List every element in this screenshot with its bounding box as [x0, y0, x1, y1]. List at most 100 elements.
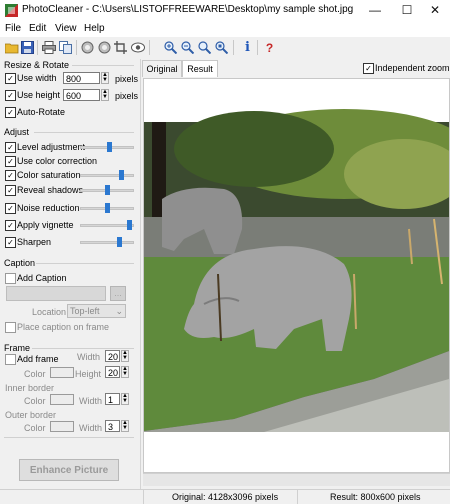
auto-rotate-checkbox[interactable]: ✓	[5, 107, 16, 118]
maximize-button[interactable]: ☐	[392, 0, 422, 21]
caption-text-input[interactable]	[6, 286, 106, 301]
tab-result[interactable]: Result	[182, 60, 218, 77]
use-height-checkbox[interactable]: ✓	[5, 90, 16, 101]
add-frame-label: Add frame	[17, 354, 59, 364]
rotate-right-icon[interactable]	[97, 40, 112, 55]
inner-border-width-input[interactable]: 1	[105, 393, 120, 405]
section-divider	[36, 263, 134, 264]
zoom-in-icon[interactable]	[163, 40, 178, 55]
outer-border-width-label: Width	[79, 423, 103, 433]
resize-section-title: Resize & Rotate	[4, 60, 70, 70]
use-width-label: Use width	[17, 73, 57, 83]
add-caption-checkbox[interactable]	[5, 273, 16, 284]
frame-width-spinner[interactable]: ▲ ▼	[121, 350, 129, 362]
location-select[interactable]: Top-left ⌄	[67, 304, 126, 318]
menu-bar: File Edit View Help	[0, 21, 450, 37]
minimize-button[interactable]: —	[360, 0, 390, 21]
noise-reduction-slider-thumb[interactable]	[104, 203, 110, 213]
outer-border-color-label: Color	[24, 423, 46, 433]
independent-zoom-checkbox[interactable]: ✓	[363, 63, 374, 74]
inner-border-width-label: Width	[79, 396, 103, 406]
place-caption-on-frame-label: Place caption on frame	[17, 322, 110, 332]
reveal-shadows-checkbox[interactable]: ✓	[5, 185, 16, 196]
outer-border-width-input[interactable]: 3	[105, 420, 120, 432]
menu-file[interactable]: File	[5, 23, 21, 34]
caption-font-button[interactable]: …	[110, 286, 126, 301]
original-size-status: Original: 4128x3096 pixels	[172, 492, 279, 502]
inner-border-width-spinner[interactable]: ▲ ▼	[121, 393, 129, 405]
help-icon[interactable]: ?	[262, 40, 277, 55]
level-adjustment-checkbox[interactable]: ✓	[5, 142, 16, 153]
color-saturation-slider[interactable]	[80, 174, 134, 177]
zoom-actual-icon[interactable]	[214, 40, 229, 55]
frame-bottom-divider	[4, 437, 134, 438]
menu-edit[interactable]: Edit	[29, 23, 46, 34]
section-divider	[32, 348, 134, 349]
caption-section-title: Caption	[4, 258, 36, 268]
color-saturation-label: Color saturation	[17, 170, 81, 180]
crop-icon[interactable]	[113, 40, 128, 55]
toolbar-separator	[76, 40, 77, 55]
close-button[interactable]: ✕	[420, 0, 450, 21]
inner-border-color-label: Color	[24, 396, 46, 406]
frame-height-spinner[interactable]: ▲ ▼	[121, 366, 129, 378]
copy-icon[interactable]	[58, 40, 73, 55]
inner-border-color-swatch[interactable]	[50, 394, 74, 405]
frame-color-swatch[interactable]	[50, 367, 74, 378]
add-caption-label: Add Caption	[17, 273, 67, 283]
zoom-fit-icon[interactable]	[197, 40, 212, 55]
place-caption-on-frame-checkbox[interactable]	[5, 322, 16, 333]
image-viewer[interactable]	[143, 78, 450, 473]
toolbar: i ?	[0, 37, 450, 60]
add-frame-checkbox[interactable]	[5, 354, 16, 365]
view-tabs: Original Result ✓ Independent zoom	[141, 59, 450, 78]
height-spinner[interactable]: ▲ ▼	[101, 89, 109, 101]
rotate-left-icon[interactable]	[80, 40, 95, 55]
zoom-out-icon[interactable]	[180, 40, 195, 55]
apply-vignette-slider-thumb[interactable]	[126, 220, 132, 230]
settings-panel: Resize & Rotate ✓ Use width 800 ▲ ▼ pixel…	[0, 59, 141, 489]
eye-icon[interactable]	[130, 40, 145, 55]
level-adjustment-slider-thumb[interactable]	[106, 142, 112, 152]
color-saturation-checkbox[interactable]: ✓	[5, 170, 16, 181]
outer-border-width-spinner[interactable]: ▲ ▼	[121, 420, 129, 432]
print-icon[interactable]	[41, 40, 56, 55]
menu-view[interactable]: View	[55, 23, 77, 34]
tab-original[interactable]: Original	[142, 60, 182, 77]
frame-width-input[interactable]: 20	[105, 350, 120, 362]
location-select-value: Top-left	[70, 306, 100, 316]
frame-height-input[interactable]: 20	[105, 366, 120, 378]
color-correction-checkbox[interactable]: ✓	[5, 156, 16, 167]
noise-reduction-checkbox[interactable]: ✓	[5, 203, 16, 214]
frame-section-title: Frame	[4, 343, 31, 353]
sharpen-slider-thumb[interactable]	[116, 237, 122, 247]
apply-vignette-checkbox[interactable]: ✓	[5, 220, 16, 231]
save-icon[interactable]	[20, 40, 35, 55]
frame-color-label: Color	[24, 369, 46, 379]
status-bar: Original: 4128x3096 pixels Result: 800x6…	[0, 489, 450, 504]
horizontal-scrollbar[interactable]	[143, 473, 450, 486]
auto-rotate-label: Auto-Rotate	[17, 107, 66, 117]
level-adjustment-label: Level adjustment	[17, 142, 86, 152]
width-spinner[interactable]: ▲ ▼	[101, 72, 109, 84]
color-correction-label: Use color correction	[17, 156, 98, 166]
width-input[interactable]: 800	[63, 72, 100, 84]
sharpen-checkbox[interactable]: ✓	[5, 237, 16, 248]
outer-border-label: Outer border	[5, 410, 57, 420]
menu-help[interactable]: Help	[84, 23, 105, 34]
toolbar-separator	[37, 40, 38, 55]
reveal-shadows-slider-thumb[interactable]	[104, 185, 110, 195]
use-width-checkbox[interactable]: ✓	[5, 73, 16, 84]
color-saturation-slider-thumb[interactable]	[119, 170, 125, 180]
info-icon[interactable]: i	[240, 40, 255, 55]
window-title: PhotoCleaner - C:\Users\LISTOFFREEWARE\D…	[22, 4, 354, 15]
inner-border-label: Inner border	[5, 383, 55, 393]
enhance-picture-button[interactable]: Enhance Picture	[19, 459, 119, 481]
open-icon[interactable]	[4, 40, 19, 55]
location-label: Location	[32, 307, 67, 317]
sharpen-slider[interactable]	[80, 241, 134, 244]
height-input[interactable]: 600	[63, 89, 100, 101]
independent-zoom-label: Independent zoom	[375, 63, 450, 73]
outer-border-color-swatch[interactable]	[50, 421, 74, 432]
use-height-label: Use height	[17, 90, 61, 100]
